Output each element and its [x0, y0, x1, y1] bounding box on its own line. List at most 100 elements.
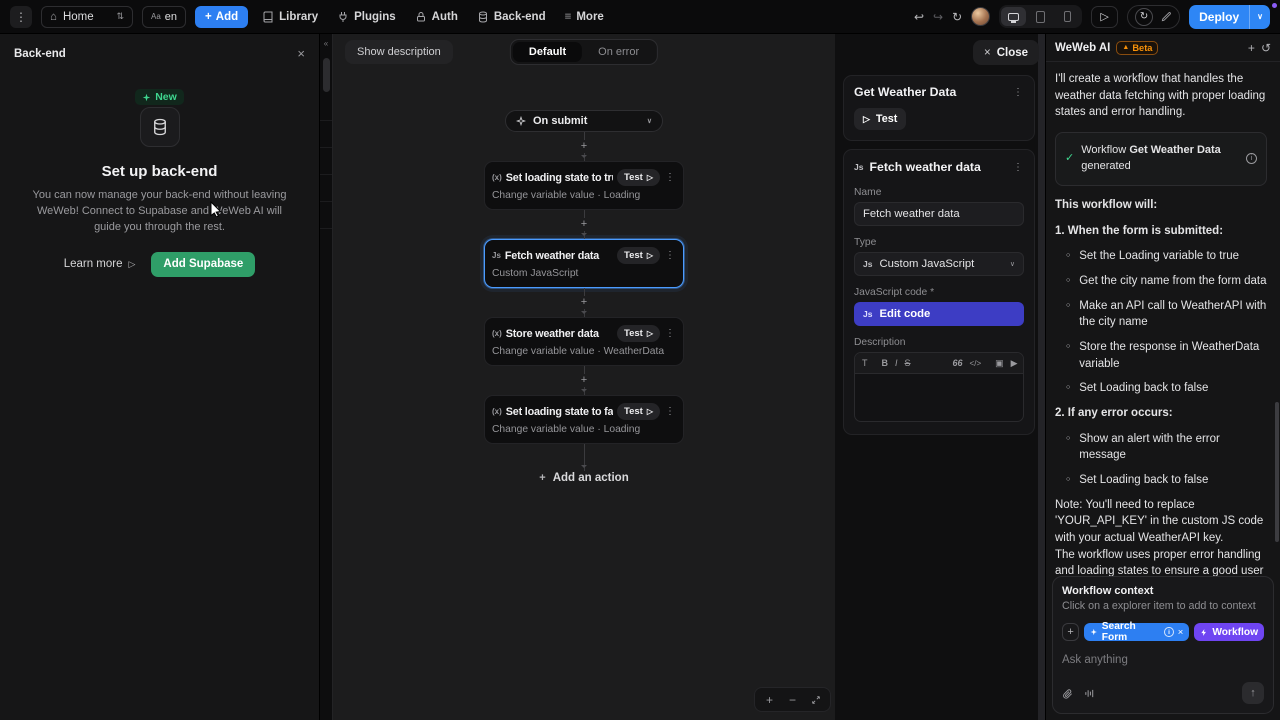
weweb-ai-panel: WeWeb AI ▲ Beta + ↺ I'll create a workfl… [1045, 34, 1280, 720]
ai-chat-transcript[interactable]: I'll create a workflow that handles the … [1046, 62, 1276, 598]
info-icon: i [1246, 153, 1257, 164]
collapse-icon[interactable]: « [320, 34, 332, 48]
node-menu-button[interactable]: ⋮ [664, 172, 676, 183]
user-avatar[interactable] [971, 7, 990, 26]
ai-panel-scrollbar[interactable] [1275, 402, 1279, 542]
send-button[interactable]: ↑ [1242, 682, 1264, 704]
device-tablet-button[interactable] [1028, 7, 1053, 26]
description-textarea[interactable] [855, 374, 1023, 421]
strip-cell [320, 202, 332, 229]
close-workflow-button[interactable]: × Close [973, 40, 1039, 65]
device-toggle-group [999, 5, 1082, 28]
add-step-button[interactable]: + [579, 374, 589, 387]
show-description-button[interactable]: Show description [345, 40, 453, 64]
name-field[interactable] [863, 208, 1015, 220]
add-step-button[interactable]: + [579, 140, 589, 153]
pencil-icon[interactable] [1161, 11, 1172, 22]
voice-icon[interactable] [1084, 688, 1095, 699]
new-chat-button[interactable]: + [1248, 41, 1255, 55]
ai-panel-header: WeWeb AI ▲ Beta + ↺ [1046, 34, 1280, 62]
paperclip-icon[interactable] [1062, 688, 1073, 699]
add-step-button[interactable]: + [579, 218, 589, 231]
add-supabase-button[interactable]: Add Supabase [151, 252, 255, 277]
zoom-in-button[interactable]: + [758, 689, 781, 710]
test-node-button[interactable]: Test▷ [617, 403, 660, 420]
connector: + [484, 366, 684, 395]
sync-button[interactable]: ↻ [952, 10, 962, 24]
heading-format-button[interactable]: T [862, 358, 868, 368]
play-icon: ▷ [647, 173, 653, 182]
device-mobile-button[interactable] [1055, 7, 1080, 26]
workflow-canvas[interactable]: Show description Default On error On sub… [333, 34, 835, 720]
workflow-node[interactable]: (x) Store weather data Test▷ ⋮ Change va… [484, 317, 684, 366]
refresh-icon: ↻ [1140, 11, 1148, 22]
redo-button[interactable]: ↪ [933, 10, 943, 24]
ai-message: I'll create a workflow that handles the … [1055, 71, 1267, 121]
test-node-button[interactable]: Test▷ [617, 247, 660, 264]
node-menu-button[interactable]: ⋮ [664, 406, 676, 417]
remove-chip-icon[interactable]: × [1178, 627, 1184, 638]
tab-on-error[interactable]: On error [582, 42, 655, 62]
workflow-menu-button[interactable]: ⋮ [1012, 87, 1024, 98]
auth-button[interactable]: Auth [410, 11, 463, 23]
database-icon [477, 11, 489, 23]
preview-play-button[interactable]: ▷ [1091, 6, 1118, 28]
history-button[interactable]: ↺ [1261, 41, 1271, 55]
undo-button[interactable]: ↩ [914, 10, 924, 24]
node-menu-button[interactable]: ⋮ [664, 250, 676, 261]
context-chip-workflow[interactable]: Workflow [1194, 623, 1264, 641]
translate-icon: Aa [151, 12, 161, 21]
strip-scroll-thumb[interactable] [323, 58, 330, 92]
context-chip-search-form[interactable]: Search Form i × [1084, 623, 1189, 641]
language-selector[interactable]: Aa en [142, 6, 186, 28]
workflow-node[interactable]: (x) Set loading state to false Test▷ ⋮ C… [484, 395, 684, 444]
edit-code-button[interactable]: Js Edit code [854, 302, 1024, 326]
test-node-button[interactable]: Test▷ [617, 169, 660, 186]
name-label: Name [854, 187, 1024, 198]
test-node-button[interactable]: Test▷ [617, 325, 660, 342]
info-icon[interactable]: i [1164, 627, 1174, 637]
fit-view-button[interactable] [804, 689, 827, 710]
workflow-generated-card[interactable]: ✓ Workflow Get Weather Data generated i [1055, 132, 1267, 186]
node-menu-button[interactable]: ⋮ [664, 328, 676, 339]
deploy-button[interactable]: Deploy ∨ [1189, 5, 1270, 29]
sparkle-icon [142, 93, 151, 102]
add-step-button[interactable]: + [579, 296, 589, 309]
video-button[interactable]: ▶ [1011, 358, 1018, 369]
more-button[interactable]: ≡ More [560, 11, 609, 23]
backend-button[interactable]: Back-end [472, 11, 551, 23]
variable-icon: (x) [492, 173, 502, 182]
refresh-mode-button[interactable]: ↻ [1135, 8, 1153, 26]
add-context-button[interactable]: + [1062, 623, 1079, 641]
code-button[interactable]: </> [970, 359, 982, 368]
device-desktop-button[interactable] [1001, 7, 1026, 26]
library-button[interactable]: Library [257, 11, 323, 23]
add-action-button[interactable]: + Add an action [539, 472, 628, 484]
workflow-node[interactable]: (x) Set loading state to true Test▷ ⋮ Ch… [484, 161, 684, 210]
node-settings-menu-button[interactable]: ⋮ [1012, 162, 1024, 173]
learn-more-link[interactable]: Learn more ▷ [64, 258, 136, 270]
strikethrough-button[interactable]: S [905, 358, 911, 368]
close-icon[interactable]: × [297, 46, 305, 61]
bold-button[interactable]: B [882, 358, 889, 368]
workflow-graph: On submit ∨ + (x) Set loading state to t… [484, 110, 684, 484]
zoom-out-button[interactable]: − [781, 689, 804, 710]
collapsed-navigator-strip[interactable]: « [320, 34, 333, 720]
quote-button[interactable]: 66 [953, 358, 963, 368]
plugins-button[interactable]: Plugins [332, 11, 401, 23]
workflow-node-selected[interactable]: Js Fetch weather data Test▷ ⋮ Custom Jav… [484, 239, 684, 288]
add-button[interactable]: + Add [195, 6, 248, 28]
ai-message: 2. If any error occurs: [1055, 405, 1267, 422]
image-button[interactable]: ▣ [995, 358, 1004, 369]
page-selector[interactable]: ⌂ Home ⇅ [41, 6, 133, 28]
inspector-scrollbar[interactable] [1038, 34, 1045, 720]
trigger-node[interactable]: On submit ∨ [505, 110, 663, 132]
main-menu-button[interactable]: ⋮ [10, 6, 32, 28]
test-workflow-button[interactable]: ▷ Test [854, 108, 906, 130]
italic-button[interactable]: I [895, 358, 898, 368]
type-select[interactable]: Js Custom JavaScript ∨ [854, 252, 1024, 276]
ask-anything-input[interactable] [1062, 654, 1264, 666]
updown-icon: ⇅ [116, 11, 124, 22]
variable-icon: (x) [492, 407, 502, 416]
tab-default[interactable]: Default [513, 42, 582, 62]
